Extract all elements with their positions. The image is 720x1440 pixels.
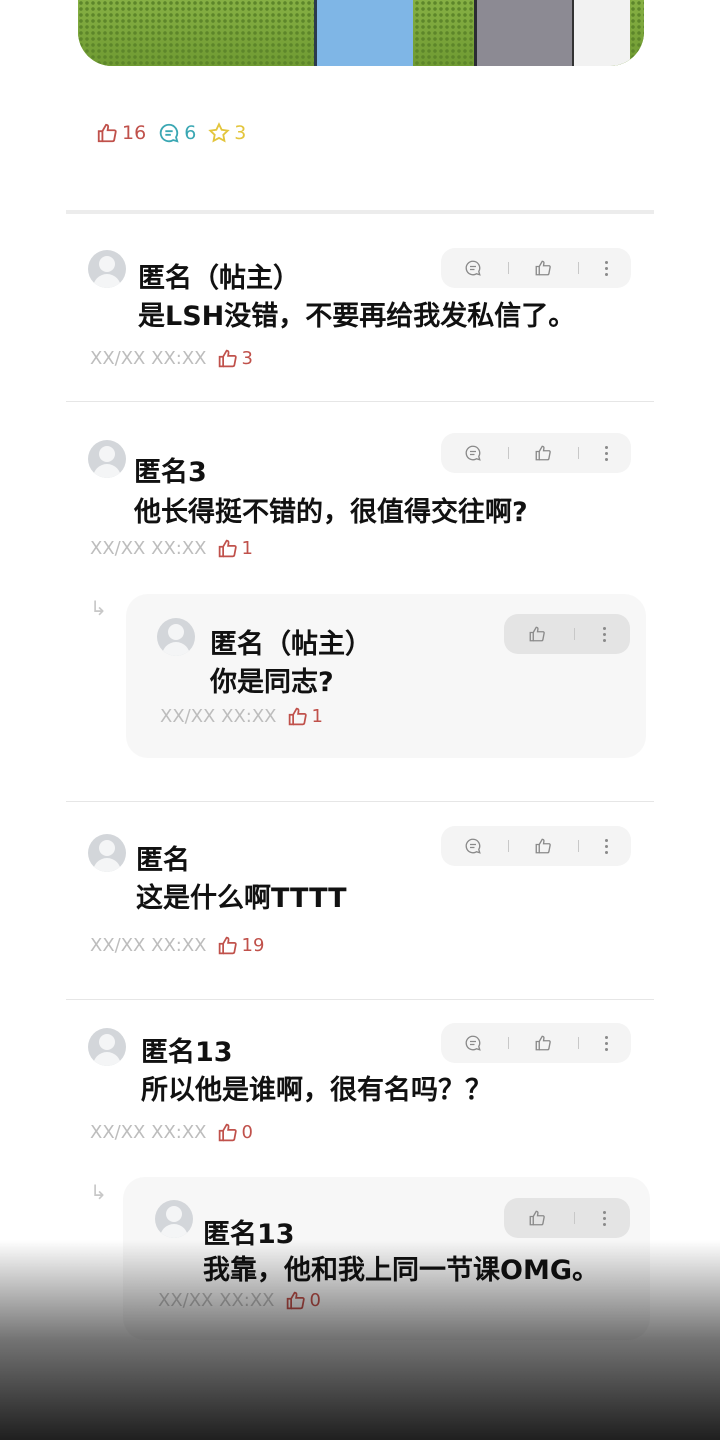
reply-arrow-icon: ↳ [90, 1180, 107, 1204]
comment-icon [465, 445, 481, 461]
comment-author: 匿名13 [141, 1037, 233, 1068]
comment-icon [465, 1035, 481, 1051]
reply-arrow-icon: ↳ [90, 596, 107, 620]
thumbs-up-icon [286, 1291, 305, 1310]
comment-like-count[interactable]: 19 [217, 935, 264, 956]
reply-meta: XX/XX XX:XX 0 [158, 1290, 321, 1311]
like-button[interactable] [534, 259, 552, 277]
avatar [88, 834, 126, 872]
section-divider [66, 210, 654, 214]
comment-like-count[interactable]: 1 [217, 538, 253, 559]
comment-time: XX/XX XX:XX [90, 348, 207, 369]
post-comment-count: 6 [184, 122, 197, 144]
thumbs-up-icon [218, 936, 237, 955]
thumbs-up-icon [218, 1123, 237, 1142]
comment-text: 他长得挺不错的，很值得交往啊? [134, 497, 528, 528]
post-stats: 16 6 3 [96, 122, 246, 144]
thumbs-up-icon [97, 123, 117, 143]
post-like-button[interactable]: 16 [96, 122, 146, 144]
reply-button[interactable] [464, 1034, 482, 1052]
post-like-count: 16 [122, 122, 147, 144]
comment-time: XX/XX XX:XX [90, 1122, 207, 1143]
post-star-count: 3 [234, 122, 247, 144]
thumbs-up-icon [529, 1210, 545, 1226]
more-icon[interactable] [605, 1035, 609, 1051]
more-icon[interactable] [605, 445, 609, 461]
like-button[interactable] [534, 837, 552, 855]
like-button[interactable] [528, 1209, 546, 1227]
comment-meta: XX/XX XX:XX 19 [90, 935, 264, 956]
reply-text: 我靠，他和我上同一节课OMG。 [203, 1255, 599, 1286]
reply-text: 你是同志? [210, 667, 334, 698]
reply-time: XX/XX XX:XX [160, 706, 277, 727]
comment-text: 所以他是谁啊，很有名吗？？ [141, 1075, 492, 1106]
comment-actions [441, 248, 631, 288]
comment-time: XX/XX XX:XX [90, 935, 207, 956]
comment-actions [441, 826, 631, 866]
reply-author: 匿名（帖主） [210, 629, 372, 660]
comment-time: XX/XX XX:XX [90, 538, 207, 559]
comment-icon [465, 260, 481, 276]
post-image [78, 0, 644, 66]
reply-author: 匿名13 [203, 1219, 295, 1250]
avatar [88, 250, 126, 288]
more-icon[interactable] [605, 260, 609, 276]
comment-text: 是LSH没错，不要再给我发私信了。 [138, 301, 576, 332]
thumbs-up-icon [536, 445, 552, 461]
divider [66, 401, 654, 402]
reply-actions [504, 1198, 630, 1238]
reply-button[interactable] [464, 259, 482, 277]
reply-button[interactable] [464, 444, 482, 462]
comment-icon [160, 123, 179, 143]
comment-actions [441, 1023, 631, 1063]
post-comment-button[interactable]: 6 [158, 122, 196, 144]
thumbs-up-icon [218, 349, 237, 368]
more-icon[interactable] [605, 838, 609, 854]
comment-actions [441, 433, 631, 473]
like-button[interactable] [534, 444, 552, 462]
comment-author: 匿名 [136, 845, 190, 876]
thumbs-up-icon [536, 260, 552, 276]
like-button[interactable] [528, 625, 546, 643]
reply-button[interactable] [464, 837, 482, 855]
more-icon[interactable] [603, 626, 606, 642]
reply-time: XX/XX XX:XX [158, 1290, 275, 1311]
comment-meta: XX/XX XX:XX 0 [90, 1122, 253, 1143]
comment-author: 匿名（帖主） [138, 263, 300, 294]
thumbs-up-icon [536, 1035, 552, 1051]
comment-text: 这是什么啊TTTT [136, 883, 347, 914]
avatar [88, 440, 126, 478]
divider [66, 801, 654, 802]
reply-meta: XX/XX XX:XX 1 [160, 706, 323, 727]
avatar [155, 1200, 193, 1238]
reply-like-count[interactable]: 1 [287, 706, 323, 727]
more-icon[interactable] [603, 1210, 606, 1226]
thumbs-up-icon [536, 838, 552, 854]
comment-like-count[interactable]: 0 [217, 1122, 253, 1143]
reply-like-count[interactable]: 0 [285, 1290, 321, 1311]
avatar [88, 1028, 126, 1066]
comment-icon [465, 838, 481, 854]
post-star-button[interactable]: 3 [208, 122, 246, 144]
comment-like-count[interactable]: 3 [217, 348, 253, 369]
divider [66, 999, 654, 1000]
like-button[interactable] [534, 1034, 552, 1052]
thumbs-up-icon [529, 626, 545, 642]
star-icon [208, 122, 230, 143]
avatar [157, 618, 195, 656]
comment-meta: XX/XX XX:XX 1 [90, 538, 253, 559]
comment-author: 匿名3 [134, 457, 207, 488]
reply-actions [504, 614, 630, 654]
comment-meta: XX/XX XX:XX 3 [90, 348, 253, 369]
thumbs-up-icon [218, 539, 237, 558]
thumbs-up-icon [288, 707, 307, 726]
